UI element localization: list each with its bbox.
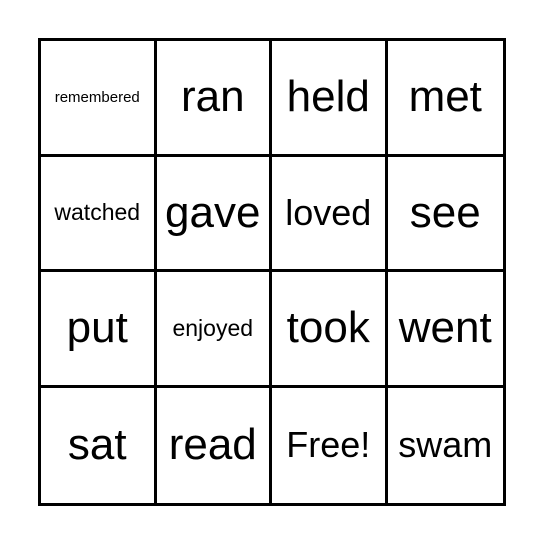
bingo-cell[interactable]: held [272,41,388,157]
bingo-cell[interactable]: read [157,387,272,503]
free-space-cell[interactable]: Free! [272,387,388,503]
bingo-cell[interactable]: sat [41,387,157,503]
bingo-cell[interactable]: went [387,272,503,388]
bingo-cell[interactable]: swam [388,388,504,504]
bingo-cell[interactable]: enjoyed [156,272,272,388]
bingo-cell[interactable]: watched [41,156,157,272]
bingo-cell[interactable]: remembered [41,41,157,157]
bingo-cell[interactable]: met [387,41,503,157]
bingo-cell[interactable]: loved [272,156,388,272]
bingo-cell[interactable]: took [272,272,388,388]
bingo-cell[interactable]: gave [156,156,272,272]
bingo-card: remembered ran held met watched gave lov… [38,38,506,506]
bingo-cell[interactable]: see [387,157,503,272]
bingo-cell[interactable]: ran [156,41,272,157]
bingo-cell[interactable]: put [41,272,157,388]
